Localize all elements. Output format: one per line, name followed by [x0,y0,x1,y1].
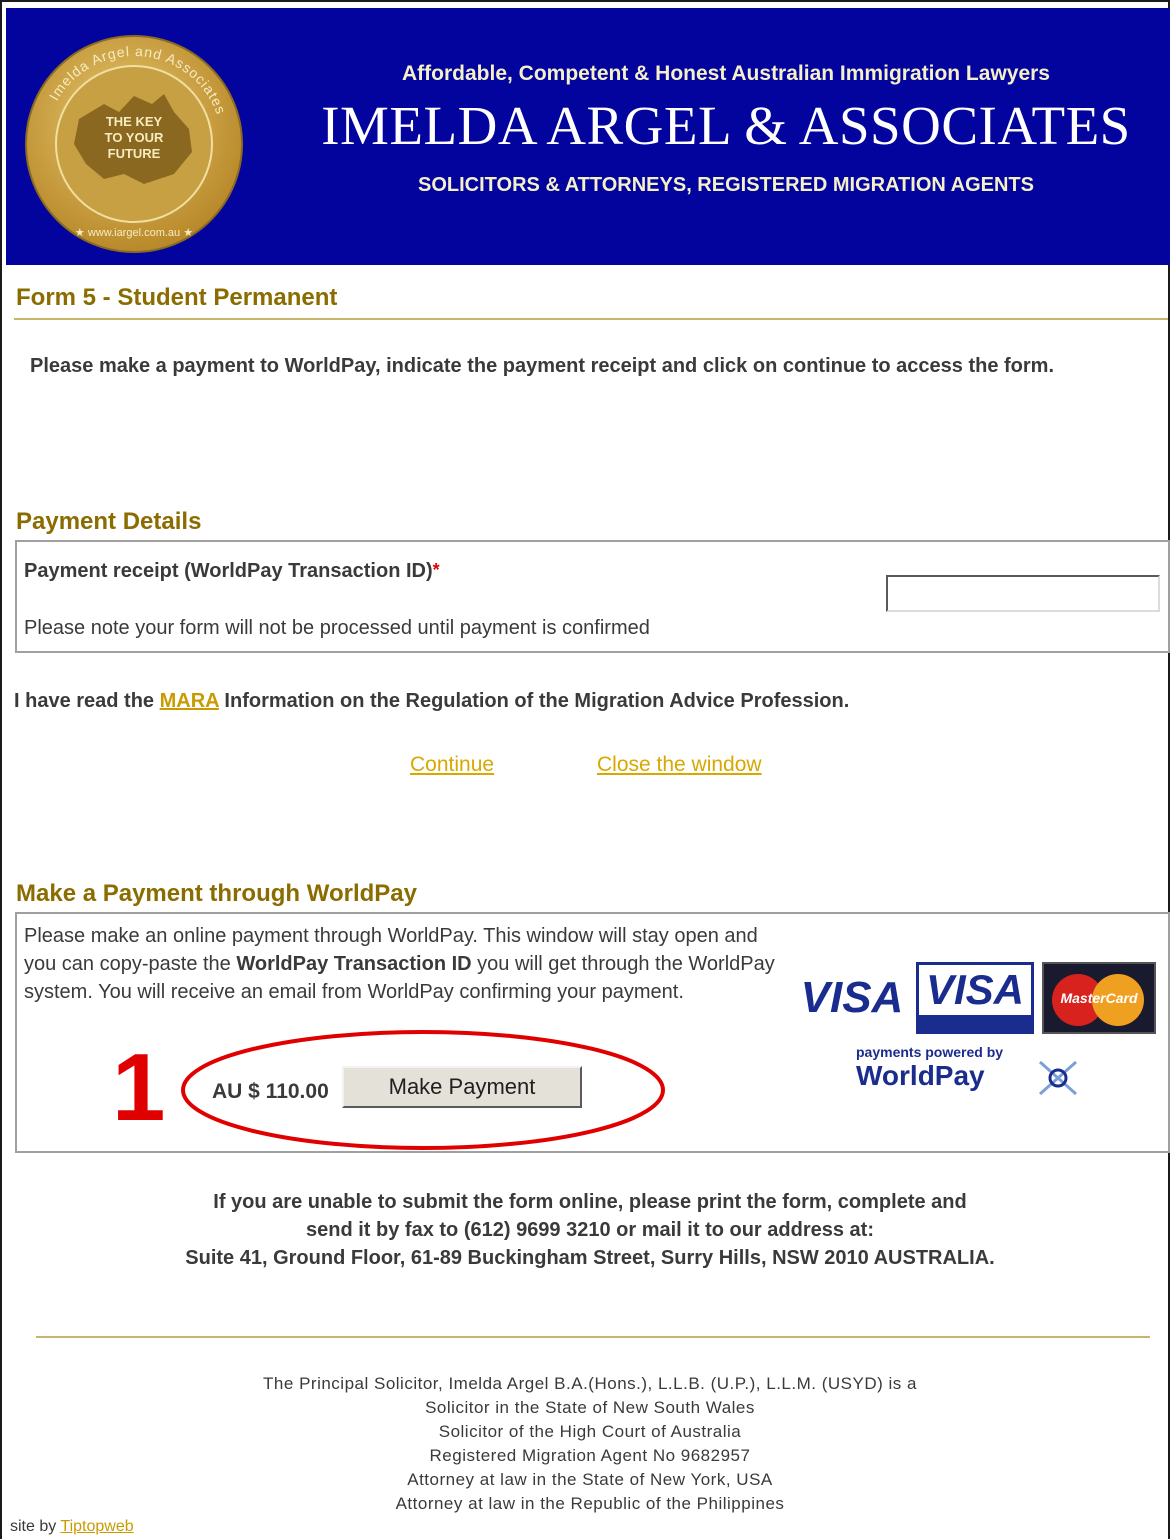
header-tagline: Affordable, Competent & Honest Australia… [402,62,1050,85]
payment-note: Please note your form will not be proces… [24,617,650,639]
site-credit-prefix: site by [10,1518,61,1535]
footer-credentials: The Principal Solicitor, Imelda Argel B.… [180,1372,1000,1516]
mastercard-logo: MasterCard [1042,962,1156,1034]
header-subtagline: SOLICITORS & ATTORNEYS, REGISTERED MIGRA… [418,174,1034,196]
worldpay-heading: Make a Payment through WorldPay [16,880,417,907]
worldpay-logo: payments powered by WorldPay [856,1044,1086,1100]
svg-text:TO YOUR: TO YOUR [105,130,164,145]
payment-details-heading: Payment Details [16,508,202,535]
mara-prefix: I have read the [14,690,160,712]
receipt-label: Payment receipt (WorldPay Transaction ID… [24,560,440,583]
mara-suffix: Information on the Regulation of the Mig… [218,690,850,712]
firm-name: IMELDA ARGEL & ASSOCIATES [321,95,1131,156]
offline-line-1: If you are unable to submit the form onl… [213,1191,967,1213]
svg-text:FUTURE: FUTURE [108,146,161,161]
firm-seal-logo: Imelda Argel and Associates THE KEY TO Y… [25,35,243,253]
payment-amount: AU $ 110.00 [212,1080,329,1103]
worldpay-brand-text: WorldPay [856,1060,985,1091]
visa-electron-logo: VISA [916,962,1034,1034]
worldpay-x-icon [1039,1060,1077,1096]
powered-by-text: payments powered by [856,1044,1004,1060]
footer-line: Attorney at law in the State of New York… [407,1470,773,1489]
continue-link[interactable]: Continue [410,753,494,777]
site-header: Imelda Argel and Associates THE KEY TO Y… [6,8,1170,265]
visa-logo: VISA [800,973,904,1022]
transaction-id-input[interactable] [886,575,1160,612]
close-window-link[interactable]: Close the window [597,753,762,777]
form-title: Form 5 - Student Permanent [16,284,338,311]
footer-line: Solicitor of the High Court of Australia [438,1422,742,1441]
mastercard-label: MasterCard [1060,990,1138,1006]
required-mark: * [432,560,440,580]
title-divider [14,318,1168,320]
site-credit: site by Tiptopweb [10,1518,134,1536]
offline-address: Suite 41, Ground Floor, 61-89 Buckingham… [185,1247,995,1269]
worldpay-instructions: Please make an online payment through Wo… [24,922,784,1006]
receipt-label-text: Payment receipt (WorldPay Transaction ID… [24,560,433,582]
footer-line: The Principal Solicitor, Imelda Argel B.… [263,1374,917,1393]
mara-link[interactable]: MARA [160,690,219,712]
card-logos: VISA VISA MasterCard [796,962,1158,1034]
offline-line-2: send it by fax to (612) 9699 3210 or mai… [306,1219,874,1241]
make-payment-button[interactable]: Make Payment [342,1066,582,1108]
footer-line: Attorney at law in the Republic of the P… [395,1494,785,1513]
step-number-marker: 1 [112,1034,166,1141]
svg-text:THE KEY: THE KEY [106,114,163,129]
svg-text:★ www.iargel.com.au ★: ★ www.iargel.com.au ★ [75,227,193,239]
intro-text: Please make a payment to WorldPay, indic… [30,355,1055,377]
offline-instructions: If you are unable to submit the form onl… [60,1188,1120,1272]
footer-divider [36,1336,1150,1338]
footer-line: Registered Migration Agent No 9682957 [429,1446,751,1465]
footer-line: Solicitor in the State of New South Wale… [425,1398,755,1417]
visa-band [919,1015,1031,1031]
tiptopweb-link[interactable]: Tiptopweb [60,1518,133,1535]
worldpay-text-bold: WorldPay Transaction ID [236,953,472,975]
visa-electron-label: VISA [925,966,1025,1013]
mara-statement: I have read the MARA Information on the … [14,690,849,713]
